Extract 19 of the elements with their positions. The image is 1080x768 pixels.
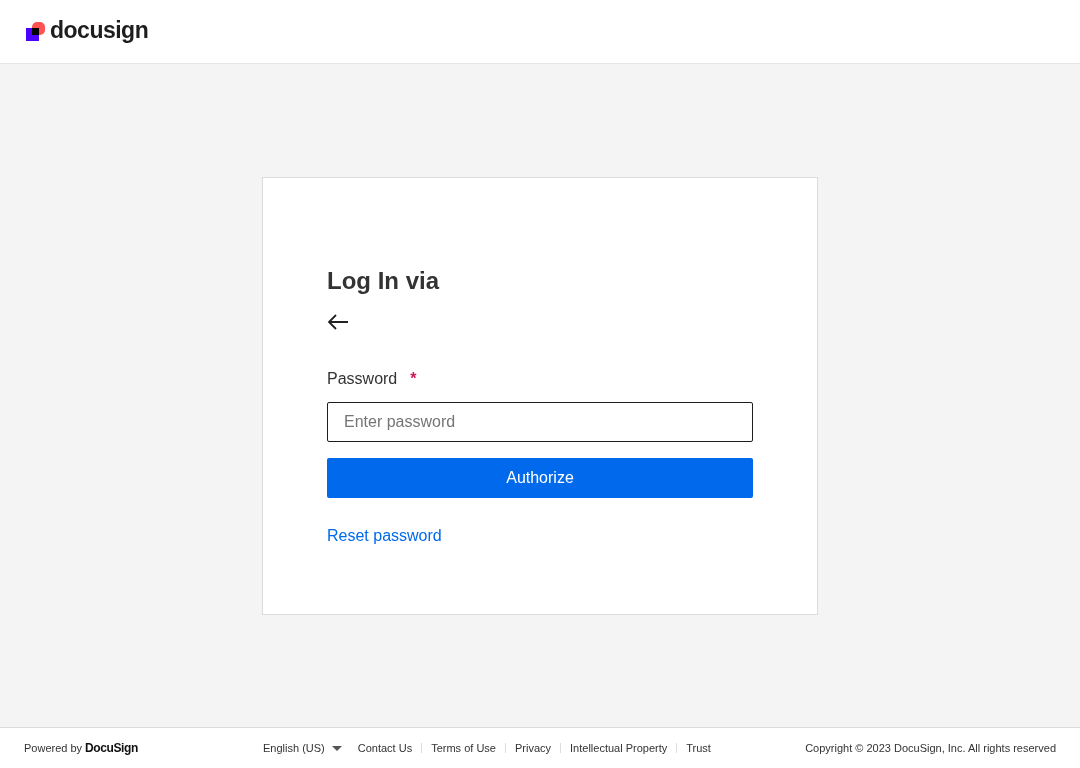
password-label: Password xyxy=(327,369,398,389)
footer-link[interactable]: Intellectual Property xyxy=(570,739,668,757)
footer-link[interactable]: Terms of Use xyxy=(431,739,496,757)
caret-icon xyxy=(331,745,342,751)
footer-link[interactable]: Privacy xyxy=(514,739,552,757)
password-field[interactable]: Enter password xyxy=(327,402,753,442)
footer-link[interactable]: Trust xyxy=(686,739,711,757)
language-selector[interactable]: English (US) xyxy=(263,739,342,757)
brand-text: DocuSign xyxy=(85,740,138,757)
login-title: Log In via xyxy=(327,266,441,296)
logo-text: docusign xyxy=(50,19,149,44)
logo-icon xyxy=(26,22,46,41)
footer-link[interactable]: Contact Us xyxy=(357,739,413,757)
back-arrow-icon xyxy=(327,314,349,330)
reset-password-link[interactable]: Reset password xyxy=(327,524,442,548)
powered-by-text: Powered by xyxy=(24,740,83,756)
required-mark: * xyxy=(410,369,417,389)
authorize-button[interactable]: Authorize xyxy=(327,458,753,498)
copyright-text: Copyright © 2023 DocuSign, Inc. All rights reserved xyxy=(805,740,1056,756)
